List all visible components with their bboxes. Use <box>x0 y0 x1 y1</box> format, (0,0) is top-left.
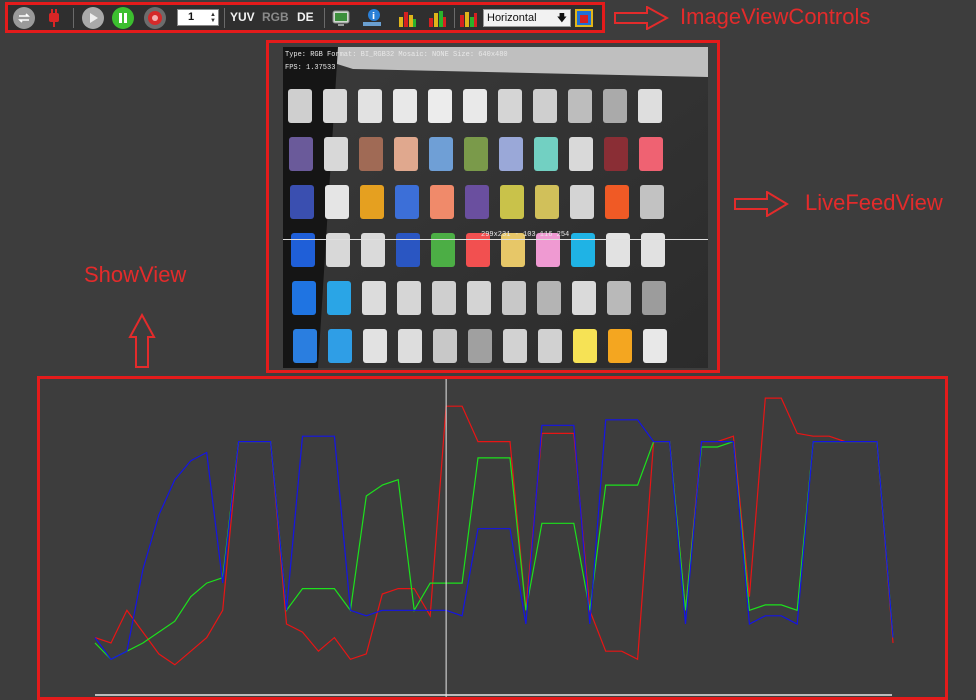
color-patch <box>535 185 559 219</box>
color-patch <box>534 137 558 171</box>
color-patch <box>603 89 627 123</box>
color-patch <box>397 281 421 315</box>
color-patch <box>328 329 352 363</box>
color-patch <box>290 185 314 219</box>
color-patch <box>358 89 382 123</box>
color-patch <box>465 185 489 219</box>
series-line-green <box>94 440 894 661</box>
color-patch <box>363 329 387 363</box>
color-patch <box>604 137 628 171</box>
color-checker-chart-image <box>283 47 708 368</box>
color-patch <box>607 281 631 315</box>
probe-readout: 299x231 - 103 116 254 <box>481 231 570 239</box>
color-patch <box>499 137 523 171</box>
callout-live-feed-view: LiveFeedView <box>805 190 943 215</box>
color-patch <box>503 329 527 363</box>
fps-text: FPS: 1.37533 <box>285 64 336 72</box>
color-patch <box>642 281 666 315</box>
color-patch <box>569 137 593 171</box>
color-patch <box>324 137 348 171</box>
scanline-cursor[interactable] <box>283 239 708 240</box>
color-patch <box>433 329 457 363</box>
color-patch <box>537 281 561 315</box>
color-patch <box>323 89 347 123</box>
color-patch <box>360 185 384 219</box>
color-patch <box>393 89 417 123</box>
color-patch <box>428 89 452 123</box>
color-patch <box>605 185 629 219</box>
color-patch <box>638 89 662 123</box>
color-patch <box>429 137 453 171</box>
color-patch <box>643 329 667 363</box>
color-patch <box>533 89 557 123</box>
callout-image-view-controls: ImageViewControls <box>680 4 871 29</box>
color-patch <box>432 281 456 315</box>
color-patch <box>362 281 386 315</box>
color-patch <box>464 137 488 171</box>
color-patch <box>608 329 632 363</box>
color-patch <box>639 137 663 171</box>
callout-show-view: ShowView <box>84 262 187 287</box>
arrow-up-icon <box>128 313 156 368</box>
color-patch <box>573 329 597 363</box>
color-patch <box>570 185 594 219</box>
series-line-red <box>94 397 894 666</box>
color-patch <box>292 281 316 315</box>
color-patch <box>572 281 596 315</box>
color-patch <box>640 185 664 219</box>
color-patch <box>498 89 522 123</box>
color-patch <box>538 329 562 363</box>
color-patch <box>394 137 418 171</box>
color-patch <box>502 281 526 315</box>
color-patch <box>325 185 349 219</box>
color-patch <box>463 89 487 123</box>
color-patch <box>568 89 592 123</box>
color-patch <box>289 137 313 171</box>
color-patch <box>327 281 351 315</box>
rgb-line-profile-chart <box>94 379 894 697</box>
color-patch <box>293 329 317 363</box>
camera-feed-image: Type: RGB Format: BI_RGB32 Mosaic: NONE … <box>283 47 708 368</box>
color-patch <box>359 137 383 171</box>
color-patch <box>288 89 312 123</box>
color-patch <box>398 329 422 363</box>
arrow-right-icon <box>614 6 669 30</box>
color-patch <box>395 185 419 219</box>
color-patch <box>430 185 454 219</box>
feed-info-text: Type: RGB Format: BI_RGB32 Mosaic: NONE … <box>285 51 508 59</box>
color-patch <box>467 281 491 315</box>
arrow-right-icon <box>734 191 789 217</box>
color-patch <box>500 185 524 219</box>
controls-highlight-box <box>5 2 605 33</box>
color-patch <box>468 329 492 363</box>
